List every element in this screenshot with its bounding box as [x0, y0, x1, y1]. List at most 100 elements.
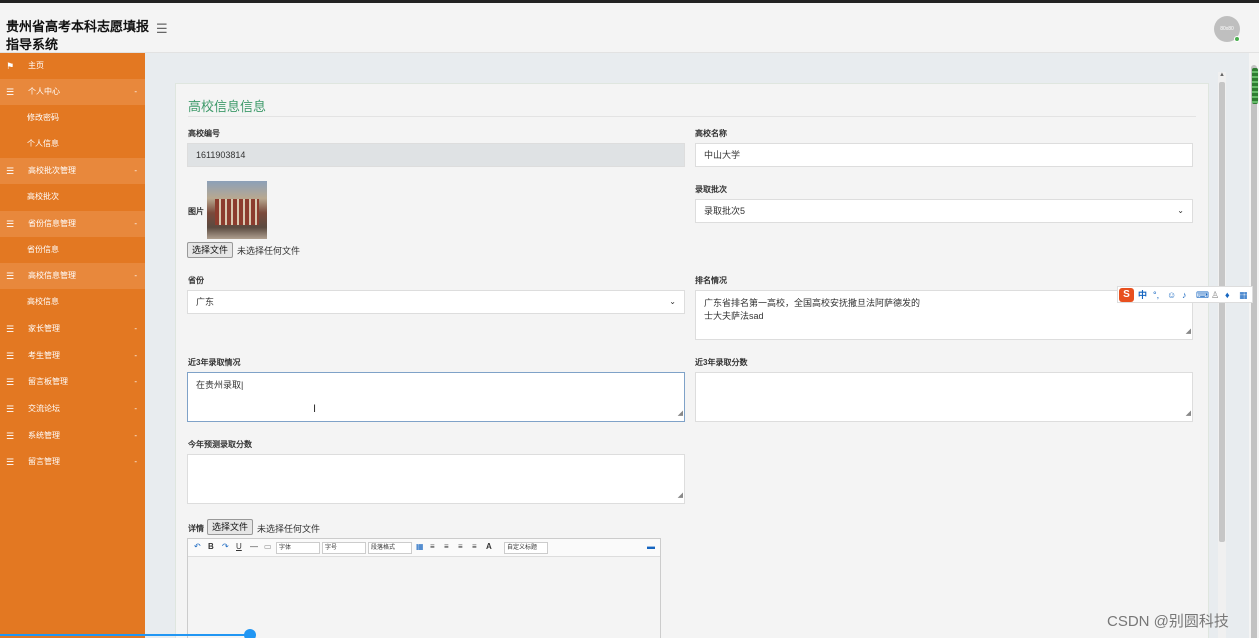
form-card: 高校信息信息 高校编号 1611903814 高校名称 中山大学 图片 选择文件… — [175, 83, 1209, 638]
list-icon: ☰ — [6, 404, 15, 414]
custom-title-select[interactable]: 自定义标题 — [504, 542, 548, 554]
ime-toolbar[interactable]: S 中 °, ☺ ♪ ⌨ ♙ ♦ ▦ — [1117, 286, 1253, 303]
content-scroll-thumb[interactable] — [1219, 82, 1225, 542]
province-select[interactable]: 广东 ⌄ — [187, 290, 685, 314]
ime-mode[interactable]: 中 — [1138, 288, 1147, 302]
sidebar-item-school-info[interactable]: 高校信息 — [0, 289, 145, 315]
sidebar-item-label: 修改密码 — [27, 113, 59, 122]
recent-scores-label: 近3年录取分数 — [695, 358, 748, 367]
resize-grip-icon[interactable]: ◢ — [678, 489, 683, 502]
details-choose-file-button[interactable]: 选择文件 — [207, 519, 254, 535]
bold-icon[interactable]: B — [208, 542, 214, 551]
list-icon: ☰ — [6, 271, 15, 281]
expand-icon: - — [134, 351, 137, 360]
header: 贵州省高考本科志愿填报指导系统 ☰ 80x80 — [0, 3, 1259, 53]
recent-admission-label: 近3年录取情况 — [188, 358, 241, 367]
collapse-icon: - — [134, 87, 137, 96]
sidebar: ⚑ 主页 ☰ 个人中心 - 修改密码 个人信息 ☰ 高校批次管理 - 高校批次 … — [0, 53, 145, 638]
scroll-up-icon[interactable]: ▲ — [1219, 72, 1225, 78]
table-icon[interactable]: ▦ — [416, 542, 424, 551]
sidebar-item-label: 主页 — [28, 61, 44, 70]
emoji-icon[interactable]: ☺ — [1167, 288, 1176, 302]
batch-select[interactable]: 录取批次5 ⌄ — [695, 199, 1193, 223]
resize-grip-icon[interactable]: ◢ — [678, 407, 683, 420]
skin-icon[interactable]: ♦ — [1225, 288, 1230, 302]
school-photo — [207, 181, 267, 239]
sidebar-item-forum[interactable]: ☰ 交流论坛 - — [0, 396, 145, 422]
sidebar-item-home[interactable]: ⚑ 主页 — [0, 53, 145, 79]
ranking-label: 排名情况 — [695, 276, 727, 285]
clear-format-icon[interactable]: ▭ — [264, 542, 272, 551]
underline-icon[interactable]: U — [236, 542, 242, 551]
paragraph-format-select[interactable]: 段落格式 — [368, 542, 412, 554]
align-center-icon[interactable]: ≡ — [444, 542, 449, 551]
recent-scores-textarea[interactable]: ◢ — [695, 372, 1193, 422]
chevron-down-icon: ⌄ — [1177, 206, 1184, 215]
resize-grip-icon[interactable]: ◢ — [1186, 407, 1191, 420]
sidebar-item-label: 高校批次 — [27, 192, 59, 201]
list-icon: ☰ — [6, 219, 15, 229]
expand-icon: - — [134, 324, 137, 333]
editor-toolbar: ↶ B ↷ U — ▭ 字体 字号 段落格式 ▦ ≡ ≡ ≡ ≡ A 自定义标题… — [188, 539, 660, 557]
mouse-ibeam-icon: I — [313, 403, 317, 415]
align-left-icon[interactable]: ≡ — [430, 542, 435, 551]
sidebar-item-personal-info[interactable]: 个人信息 — [0, 131, 145, 157]
image-file-status: 未选择任何文件 — [237, 246, 301, 256]
sidebar-item-personal-center[interactable]: ☰ 个人中心 - — [0, 79, 145, 105]
align-right-icon[interactable]: ≡ — [458, 542, 463, 551]
ime-logo-icon[interactable]: S — [1119, 288, 1134, 302]
loading-bar — [0, 634, 248, 636]
punctuation-icon[interactable]: °, — [1153, 288, 1159, 302]
sidebar-item-label: 高校批次管理 — [28, 166, 76, 175]
sidebar-item-province-management[interactable]: ☰ 省份信息管理 - — [0, 211, 145, 237]
title-divider — [188, 116, 1196, 117]
content-scrollbar[interactable]: ▲ — [1218, 72, 1226, 638]
recent-admission-textarea[interactable]: 在贵州录取| ◢ — [187, 372, 685, 422]
sidebar-item-label: 留言板管理 — [28, 377, 68, 386]
sidebar-item-batch[interactable]: 高校批次 — [0, 184, 145, 210]
keyboard-icon[interactable]: ⌨ — [1196, 288, 1209, 302]
details-label: 详情 — [188, 524, 204, 533]
align-justify-icon[interactable]: ≡ — [472, 542, 477, 551]
list-icon: ☰ — [6, 377, 15, 387]
menu-toggle-icon[interactable]: ☰ — [156, 21, 168, 37]
font-family-select[interactable]: 字体 — [276, 542, 320, 554]
predicted-score-label: 今年预测录取分数 — [188, 440, 252, 449]
sidebar-item-school-management[interactable]: ☰ 高校信息管理 - — [0, 263, 145, 289]
image-choose-file-button[interactable]: 选择文件 — [187, 242, 234, 258]
page-scrollbar[interactable] — [1249, 53, 1259, 638]
microphone-icon[interactable]: ♪ — [1182, 288, 1187, 302]
user-icon[interactable]: ♙ — [1211, 288, 1219, 302]
undo-icon[interactable]: ↶ — [194, 542, 201, 551]
grid-icon[interactable]: ▦ — [1239, 288, 1248, 302]
sidebar-item-message-board[interactable]: ☰ 留言板管理 - — [0, 369, 145, 395]
school-name-input[interactable]: 中山大学 — [695, 143, 1193, 167]
collapse-icon: - — [134, 166, 137, 175]
horizontal-rule-icon[interactable]: — — [250, 542, 258, 551]
page-scroll-thumb[interactable] — [1251, 65, 1257, 638]
rich-text-editor[interactable]: ↶ B ↷ U — ▭ 字体 字号 段落格式 ▦ ≡ ≡ ≡ ≡ A 自定义标题… — [187, 538, 661, 638]
sidebar-item-messages[interactable]: ☰ 留言管理 - — [0, 449, 145, 475]
predicted-score-textarea[interactable]: ◢ — [187, 454, 685, 504]
sidebar-item-parents[interactable]: ☰ 家长管理 - — [0, 316, 145, 342]
font-size-select[interactable]: 字号 — [322, 542, 366, 554]
sidebar-item-label: 个人中心 — [28, 87, 60, 96]
sidebar-item-students[interactable]: ☰ 考生管理 - — [0, 343, 145, 369]
sidebar-item-batch-management[interactable]: ☰ 高校批次管理 - — [0, 158, 145, 184]
sidebar-item-label: 系统管理 — [28, 431, 60, 440]
redo-icon[interactable]: ↷ — [222, 542, 229, 551]
school-id-input[interactable]: 1611903814 — [187, 143, 685, 167]
font-color-icon[interactable]: A — [486, 542, 492, 551]
fullscreen-icon[interactable]: ▬ — [647, 542, 655, 551]
form-title: 高校信息信息 — [188, 99, 267, 114]
image-label: 图片 — [188, 207, 204, 216]
recent-admission-text: 在贵州录取 — [196, 380, 242, 390]
sidebar-item-system[interactable]: ☰ 系统管理 - — [0, 423, 145, 449]
sidebar-item-province[interactable]: 省份信息 — [0, 237, 145, 263]
list-icon: ☰ — [6, 457, 15, 467]
batch-select-value: 录取批次5 — [704, 206, 746, 216]
app-title: 贵州省高考本科志愿填报指导系统 — [6, 19, 150, 52]
sidebar-item-change-password[interactable]: 修改密码 — [0, 105, 145, 131]
resize-grip-icon[interactable]: ◢ — [1186, 325, 1191, 338]
school-id-label: 高校编号 — [188, 129, 220, 138]
